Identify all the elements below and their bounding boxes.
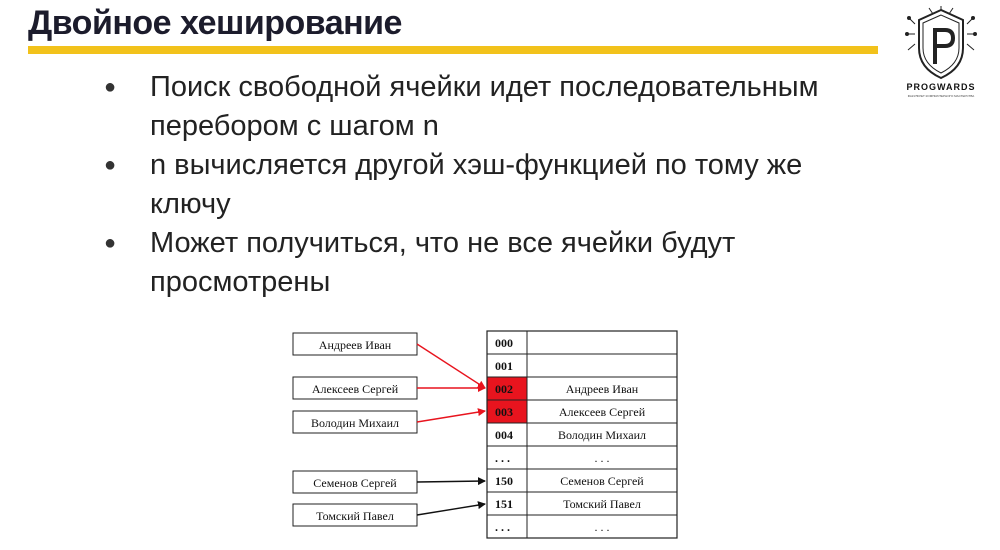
table-index: . . . — [495, 520, 510, 534]
arrow-red — [416, 343, 486, 389]
table-value: Володин Михаил — [558, 428, 646, 442]
table-index: 150 — [495, 474, 513, 488]
bullet-list: Поиск свободной ячейки идет последовател… — [104, 68, 872, 302]
table-index: 151 — [495, 497, 513, 511]
key-label: Семенов Сергей — [313, 476, 397, 490]
table-value: . . . — [595, 451, 610, 465]
table-value: Алексеев Сергей — [559, 405, 646, 419]
key-box: Томский Павел — [292, 503, 418, 527]
arrow-black — [416, 477, 486, 486]
bullet-item: Может получиться, что не все ячейки буду… — [104, 224, 872, 302]
arrow-black — [416, 501, 486, 516]
table-value: Томский Павел — [563, 497, 641, 511]
table-index: 002 — [495, 382, 513, 396]
logo-subtext: ФАКУЛЬТЕТ КОМПЬЮТЕРНОГО МАСТЕРСТВА — [908, 94, 975, 98]
key-label: Алексеев Сергей — [312, 382, 399, 396]
key-box: Семенов Сергей — [292, 470, 418, 494]
key-label: Володин Михаил — [311, 416, 399, 430]
bullet-item: Поиск свободной ячейки идет последовател… — [104, 68, 872, 146]
table-value: . . . — [595, 520, 610, 534]
table-index: . . . — [495, 451, 510, 465]
progwards-logo: PROGWARDS ФАКУЛЬТЕТ КОМПЬЮТЕРНОГО МАСТЕР… — [905, 6, 977, 98]
arrow-red — [416, 408, 486, 423]
key-label: Томский Павел — [316, 509, 394, 523]
table-value: Семенов Сергей — [560, 474, 644, 488]
hash-table: 000 001 002 003 004 . . . 150 151 . . . … — [486, 330, 678, 539]
title-underline — [28, 46, 878, 54]
key-label: Андреев Иван — [319, 338, 392, 352]
slide-title: Двойное хеширование — [28, 4, 402, 42]
key-box: Володин Михаил — [292, 410, 418, 434]
table-index: 000 — [495, 336, 513, 350]
key-box: Андреев Иван — [292, 332, 418, 356]
table-index: 003 — [495, 405, 513, 419]
table-value: Андреев Иван — [566, 382, 639, 396]
table-index: 001 — [495, 359, 513, 373]
double-hashing-diagram: Андреев Иван Алексеев Сергей Володин Мих… — [292, 330, 678, 539]
key-box: Алексеев Сергей — [292, 376, 418, 400]
bullet-item: n вычисляется другой хэш-функцией по том… — [104, 146, 872, 224]
logo-text: PROGWARDS — [906, 82, 975, 92]
table-index: 004 — [495, 428, 513, 442]
